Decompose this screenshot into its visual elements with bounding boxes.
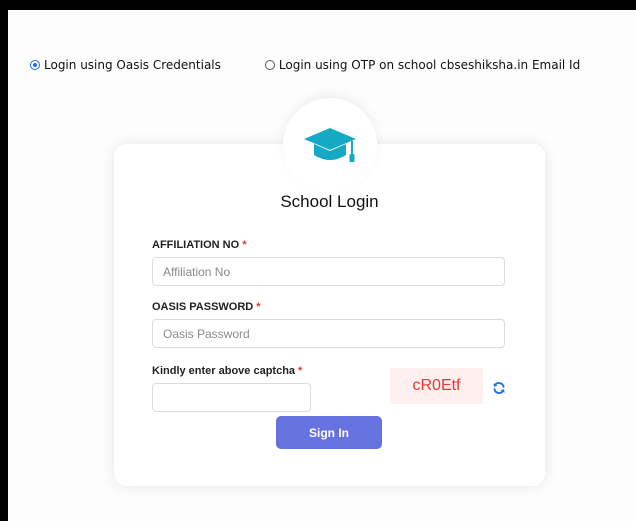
radio-oasis-credentials[interactable] [30,60,40,70]
captcha-code: cR0Etf [390,368,483,404]
password-label: OASIS PASSWORD * [152,301,261,313]
page: Login using Oasis Credentials Login usin… [8,10,636,521]
required-mark: * [298,365,303,377]
school-login-card: School Login AFFILIATION NO* OASIS PASSW… [114,144,545,486]
graduation-cap-icon [304,128,356,162]
login-option-label: Login using OTP on school cbseshiksha.in… [278,58,581,72]
captcha-label: Kindly enter above captcha * [152,365,303,377]
password-input[interactable] [152,319,505,348]
affiliation-input[interactable] [152,257,505,286]
affiliation-label: AFFILIATION NO * [152,239,247,251]
login-option-oasis-credentials[interactable]: Login using Oasis Credentials [30,58,221,72]
required-mark: * [242,239,247,251]
sign-in-button[interactable]: Sign In [276,416,382,449]
login-option-otp-email[interactable]: Login using OTP on school cbseshiksha.in… [264,58,581,72]
required-mark: * [256,301,261,313]
radio-otp-email[interactable] [264,60,275,70]
login-option-label: Login using Oasis Credentials [44,58,221,72]
card-title: School Login [280,192,379,211]
login-method-options: Login using Oasis Credentials Login usin… [30,58,580,72]
refresh-icon[interactable] [492,380,506,394]
logo-badge [283,98,377,192]
captcha-input[interactable] [152,383,311,412]
